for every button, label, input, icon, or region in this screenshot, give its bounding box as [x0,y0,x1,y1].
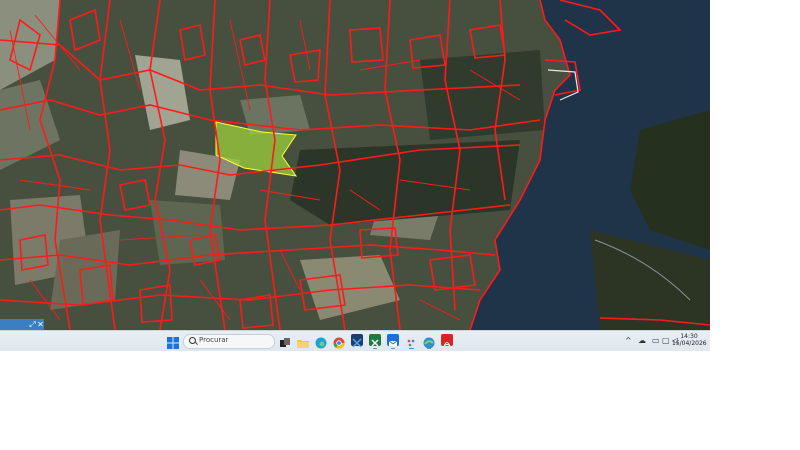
taskbar-clock[interactable]: 14:30 15/04/2026 [672,333,707,347]
map-tool-strip: ⤢ ✕ [0,319,44,330]
acrobat-icon[interactable] [441,334,453,347]
running-indicator [391,348,395,349]
task-view-icon[interactable] [279,334,291,347]
search-icon [189,337,196,344]
windows-start-icon[interactable] [167,334,179,349]
taskbar-search-box[interactable]: Procurar [183,334,275,349]
active-indicator [409,348,414,349]
outlook-icon[interactable] [387,334,399,349]
map-canvas[interactable] [0,0,710,330]
battery-icon[interactable]: ▭ [652,336,660,345]
cloud-icon[interactable]: ☁ [638,336,646,345]
chrome-icon[interactable] [333,334,345,349]
map-app-icon[interactable] [423,334,435,349]
search-placeholder: Procurar [199,336,229,344]
remote-app-icon[interactable] [351,334,363,348]
running-indicator [427,348,431,349]
clock-date: 15/04/2026 [672,340,707,347]
running-indicator [373,348,377,349]
display-icon[interactable]: ▢ [662,336,670,345]
edge-icon[interactable] [315,334,327,349]
chevron-up-icon[interactable]: ^ [625,336,632,345]
satellite-map[interactable] [0,0,710,330]
excel-icon[interactable] [369,334,381,349]
close-icon[interactable]: ✕ [36,319,45,330]
file-explorer-icon[interactable] [297,334,309,348]
paint-icon[interactable] [405,334,417,349]
clock-time: 14:30 [680,333,698,340]
taskbar: Procurar ^ ☁ ▭ ▢ ◁ 14:30 15/04/2026 [0,330,710,351]
